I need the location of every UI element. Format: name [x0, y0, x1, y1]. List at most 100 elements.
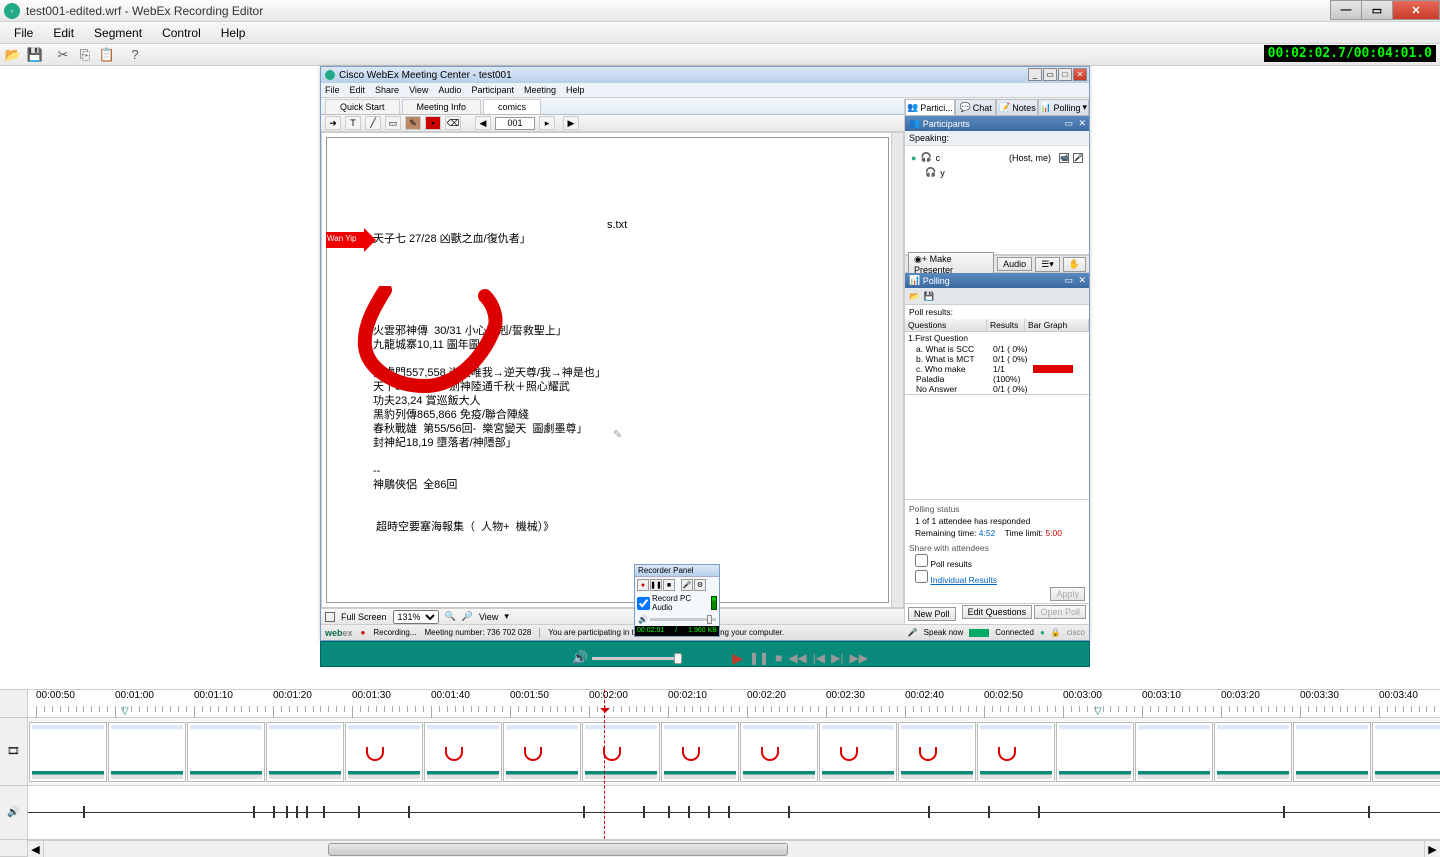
- pause-button[interactable]: ❚❚: [749, 651, 769, 665]
- timeline-thumbnail[interactable]: [582, 722, 660, 782]
- text-tool-icon[interactable]: T: [345, 116, 361, 130]
- webex-menu-help[interactable]: Help: [566, 85, 585, 95]
- timeline-thumbnail[interactable]: [29, 722, 107, 782]
- menu-segment[interactable]: Segment: [84, 23, 152, 43]
- scroll-right-icon[interactable]: ▶: [1424, 841, 1440, 857]
- open-poll-button[interactable]: Open Poll: [1034, 605, 1086, 619]
- timeline-thumbnail[interactable]: [1135, 722, 1213, 782]
- tab-chat[interactable]: 💬 Chat: [955, 99, 997, 116]
- timeline-thumbnail[interactable]: [1214, 722, 1292, 782]
- timeline-thumbnail[interactable]: [1056, 722, 1134, 782]
- participants-popout-icon[interactable]: ▭: [1064, 118, 1073, 129]
- webex-close-button[interactable]: ✕: [1073, 68, 1087, 81]
- audio-track[interactable]: [28, 786, 1440, 840]
- timeline-scrollbar[interactable]: ◀ ▶: [28, 840, 1440, 857]
- webex-menu-view[interactable]: View: [409, 85, 428, 95]
- play-button[interactable]: ▶: [732, 650, 743, 667]
- timeline-thumbnail[interactable]: [503, 722, 581, 782]
- mute-icon[interactable]: 🎤: [1073, 153, 1083, 163]
- minimize-button[interactable]: —: [1330, 0, 1362, 20]
- timeline-thumbnail[interactable]: [345, 722, 423, 782]
- pen-tool-icon[interactable]: ✎: [405, 116, 421, 130]
- polling-popout-icon[interactable]: ▭: [1064, 275, 1073, 286]
- eraser-tool-icon[interactable]: ⌫: [445, 116, 461, 130]
- page-number-input[interactable]: [495, 117, 535, 130]
- last-page-icon[interactable]: ▶: [563, 116, 579, 130]
- timeline-tracks[interactable]: ▽ ▽ 00:00:5000:01:0000:01:1000:01:2000:0…: [28, 690, 1440, 857]
- edit-questions-button[interactable]: Edit Questions: [962, 605, 1033, 619]
- apply-button[interactable]: Apply: [1050, 587, 1085, 601]
- zoom-select[interactable]: 131%: [393, 610, 439, 624]
- zoom-out-icon[interactable]: 🔍: [445, 611, 456, 622]
- timeline-thumbnail[interactable]: [424, 722, 502, 782]
- volume-slider[interactable]: [592, 657, 682, 660]
- participant-row[interactable]: ● 🎧 c (Host, me) 📹 🎤: [909, 150, 1085, 165]
- volume-icon[interactable]: 🔊: [572, 650, 588, 666]
- webex-menu-participant[interactable]: Participant: [471, 85, 514, 95]
- fullscreen-button[interactable]: Full Screen: [341, 612, 387, 622]
- webex-menu-edit[interactable]: Edit: [350, 85, 366, 95]
- scroll-left-icon[interactable]: ◀: [28, 841, 44, 857]
- timeline-thumbnail[interactable]: [740, 722, 818, 782]
- recorder-panel[interactable]: Recorder Panel ● ❚❚ ■ 🎤 ⚙ Record PC Audi…: [634, 564, 720, 637]
- rewind-button[interactable]: |◀: [813, 651, 825, 665]
- webex-menu-file[interactable]: File: [325, 85, 340, 95]
- save-icon[interactable]: 💾: [26, 46, 44, 64]
- new-poll-button[interactable]: New Poll: [908, 607, 956, 621]
- color-picker-icon[interactable]: ▪: [425, 116, 441, 130]
- recorder-stop-icon[interactable]: ■: [663, 579, 675, 591]
- poll-open-icon[interactable]: 📂: [909, 291, 920, 302]
- recorder-volume-slider[interactable]: [650, 618, 716, 621]
- tab-notes[interactable]: 📝 Notes: [996, 99, 1038, 116]
- recorder-settings-icon[interactable]: ⚙: [694, 579, 706, 591]
- recorder-header[interactable]: Recorder Panel: [635, 565, 719, 577]
- view-menu[interactable]: View: [479, 612, 498, 622]
- tab-participants[interactable]: 👥 Partici...: [905, 99, 955, 116]
- polling-close-icon[interactable]: ✕: [1078, 275, 1086, 286]
- webex-maximize-button[interactable]: □: [1058, 68, 1072, 81]
- webex-minimize-button[interactable]: _: [1028, 68, 1042, 81]
- recorder-mic-icon[interactable]: 🎤: [681, 579, 693, 591]
- stop-button[interactable]: ■: [775, 651, 782, 665]
- whiteboard-area[interactable]: s.txt Wan Yip 天子七 27/28 凶獸之血/復仇者」 火雲邪神傳 …: [321, 132, 904, 608]
- tab-comics[interactable]: comics: [483, 99, 541, 114]
- next-frame-button[interactable]: ▶▶: [850, 651, 868, 665]
- poll-save-icon[interactable]: 💾: [924, 291, 935, 302]
- menu-file[interactable]: File: [4, 23, 43, 43]
- timeline-thumbnail[interactable]: [108, 722, 186, 782]
- help-icon[interactable]: ?: [126, 46, 144, 64]
- raise-hand-icon[interactable]: ✋: [1063, 257, 1086, 272]
- participant-row[interactable]: 🎧 y: [909, 165, 1085, 180]
- next-page-icon[interactable]: ▸: [539, 116, 555, 130]
- participants-close-icon[interactable]: ✕: [1078, 118, 1086, 129]
- timeline-thumbnail[interactable]: [977, 722, 1055, 782]
- video-track[interactable]: [28, 718, 1440, 786]
- timeline-thumbnail[interactable]: [1293, 722, 1371, 782]
- recorder-record-icon[interactable]: ●: [637, 579, 649, 591]
- copy-icon[interactable]: ⎘: [76, 46, 94, 64]
- timeline-thumbnail[interactable]: [898, 722, 976, 782]
- timeline-ruler[interactable]: ▽ ▽ 00:00:5000:01:0000:01:1000:01:2000:0…: [28, 690, 1440, 718]
- fullscreen-icon[interactable]: [325, 612, 335, 622]
- timeline-thumbnail[interactable]: [187, 722, 265, 782]
- tab-meeting-info[interactable]: Meeting Info: [402, 99, 482, 114]
- tab-quick-start[interactable]: Quick Start: [325, 99, 400, 114]
- record-pc-audio-checkbox[interactable]: [637, 597, 650, 610]
- webex-menu-meeting[interactable]: Meeting: [524, 85, 556, 95]
- video-track-icon[interactable]: 🎞: [0, 718, 27, 786]
- forward-button[interactable]: ▶|: [831, 651, 843, 665]
- menu-edit[interactable]: Edit: [43, 23, 84, 43]
- zoom-in-icon[interactable]: 🔎: [462, 611, 473, 622]
- rect-tool-icon[interactable]: ▭: [385, 116, 401, 130]
- menu-control[interactable]: Control: [152, 23, 211, 43]
- audio-track-icon[interactable]: 🔊: [0, 786, 27, 840]
- line-tool-icon[interactable]: ╱: [365, 116, 381, 130]
- menu-help[interactable]: Help: [211, 23, 256, 43]
- webex-menu-share[interactable]: Share: [375, 85, 399, 95]
- webex-restore-button[interactable]: ▭: [1043, 68, 1057, 81]
- whiteboard-scrollbar[interactable]: [891, 133, 903, 607]
- prev-page-icon[interactable]: ◀: [475, 116, 491, 130]
- webex-menu-audio[interactable]: Audio: [438, 85, 461, 95]
- view-list-icon[interactable]: ☰▾: [1035, 257, 1060, 272]
- video-icon[interactable]: 📹: [1059, 153, 1069, 163]
